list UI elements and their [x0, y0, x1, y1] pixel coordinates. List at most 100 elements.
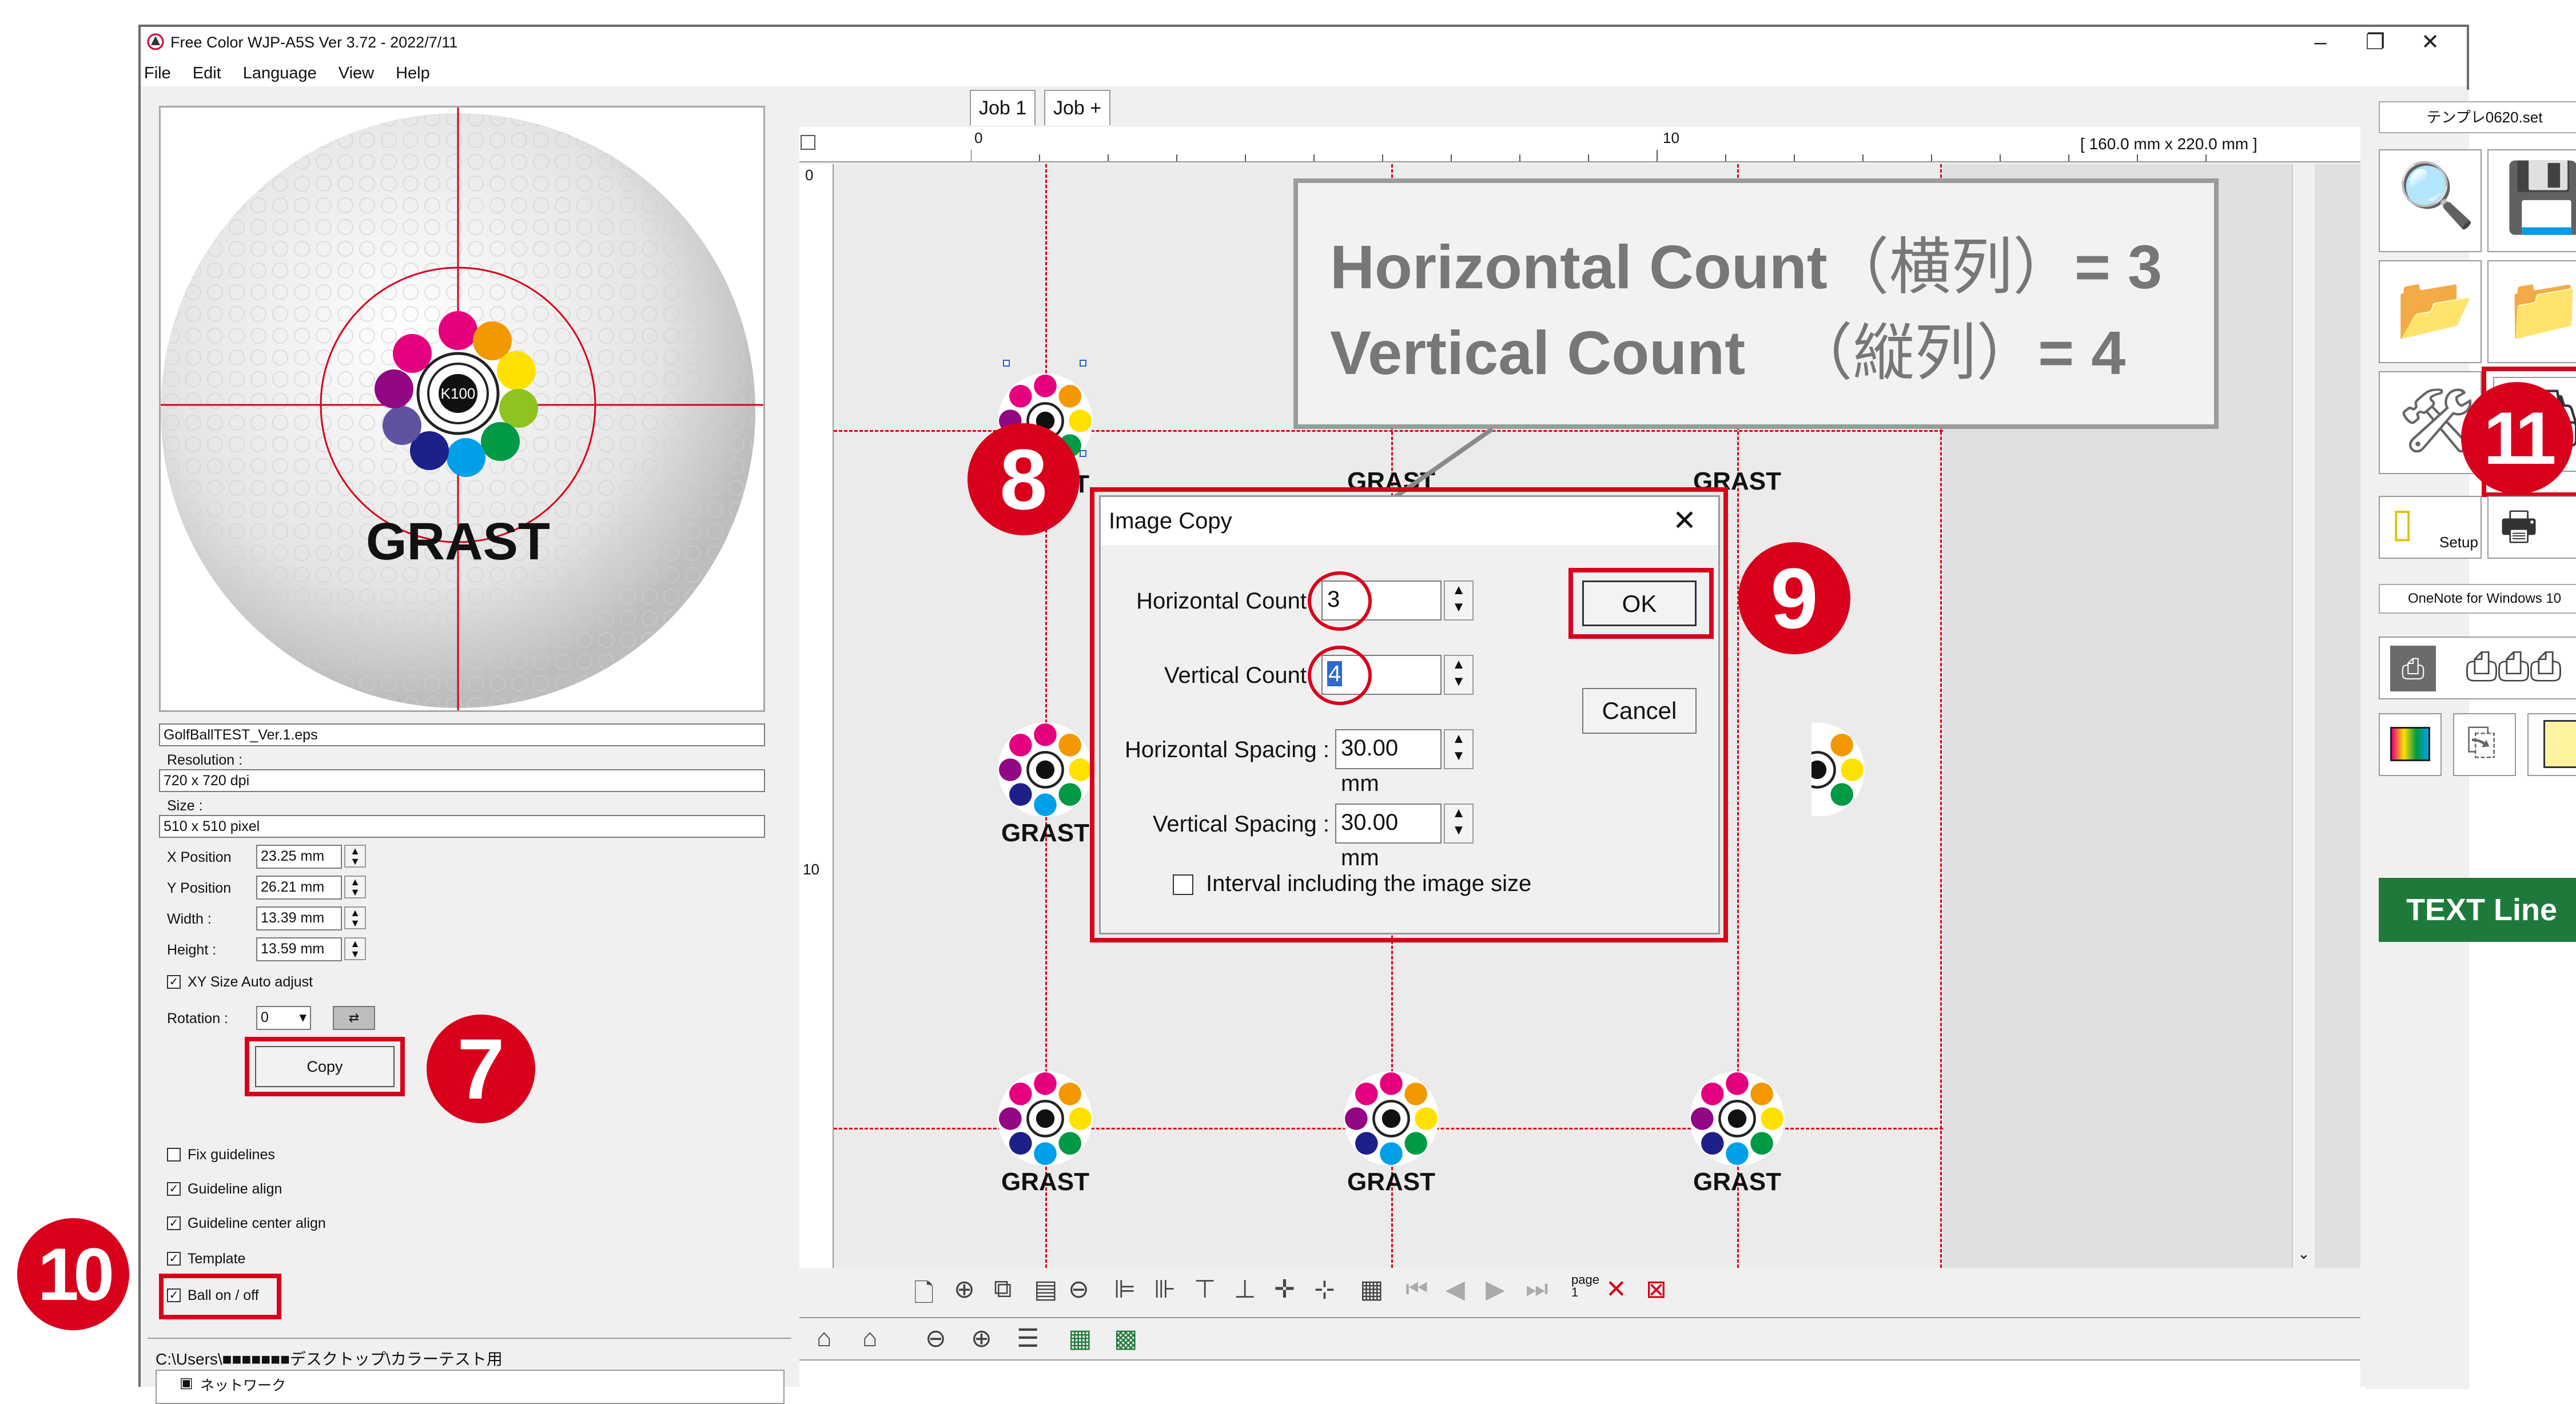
scroll-down-icon[interactable]: ⌄ — [2298, 1245, 2310, 1263]
vertical-count-spinner[interactable]: ▲ ▼ — [1444, 655, 1474, 695]
guideline-align-checkbox[interactable]: ✓ — [167, 1182, 181, 1196]
dialog-close-icon[interactable]: ✕ — [1673, 504, 1697, 537]
canvas-logo-r3-c1[interactable]: GRAST — [982, 1062, 1108, 1196]
menu-edit[interactable]: Edit — [193, 60, 221, 86]
next-page-icon[interactable]: ▶ — [1486, 1275, 1505, 1304]
preview-center-label: K100 — [441, 385, 476, 402]
home-icon[interactable]: ⌂ — [817, 1324, 832, 1353]
selection-handle[interactable] — [1003, 360, 1010, 367]
layout-icon[interactable]: ▤ — [1034, 1275, 1058, 1304]
home-edit-icon[interactable]: ⌂ — [862, 1324, 878, 1353]
new-page-icon[interactable]: 🗋 — [914, 1275, 934, 1318]
search-button[interactable]: 🔍 — [2379, 149, 2482, 252]
duplicate-icon[interactable]: ⧉ — [994, 1275, 1012, 1303]
canvas-logo-text: GRAST — [1693, 1168, 1781, 1196]
setup-button[interactable]: ▯ Setup — [2379, 496, 2482, 559]
vertical-spacing-spinner[interactable]: ▲ ▼ — [1444, 804, 1474, 844]
list-view-icon[interactable]: ☰ — [1017, 1324, 1039, 1353]
x-position-input[interactable]: 23.25 mm — [256, 845, 342, 869]
xy-auto-label: XY Size Auto adjust — [188, 974, 313, 990]
align-bottom-icon[interactable]: ⊥ — [1234, 1275, 1256, 1304]
close-window-button[interactable]: ✕ — [2403, 28, 2458, 57]
grid-view-icon[interactable]: ▦ — [1068, 1324, 1092, 1353]
color-wheel-icon — [1344, 1071, 1439, 1166]
clear-page-icon[interactable]: ⊠ — [1646, 1275, 1667, 1304]
rotation-select[interactable]: 0 ▾ — [256, 1006, 311, 1030]
import-button[interactable]: 📁 — [2487, 260, 2576, 363]
align-right-icon[interactable]: ⊪ — [1154, 1275, 1176, 1304]
canvas-logo-r3-c3[interactable]: GRAST — [1674, 1062, 1800, 1196]
vertical-scrollbar[interactable]: ⌄ — [2292, 164, 2315, 1268]
menu-file[interactable]: File — [144, 60, 171, 86]
align-top-icon[interactable]: ⊤ — [1194, 1275, 1216, 1304]
thumbnail-strip[interactable] — [799, 1359, 2360, 1390]
tab-job-add[interactable]: Job + — [1044, 90, 1111, 125]
x-position-label: X Position — [167, 849, 232, 865]
delete-icon[interactable]: ✕ — [1606, 1275, 1627, 1304]
align-left-icon[interactable]: ⊫ — [1114, 1275, 1136, 1304]
folder-tree[interactable]: ▣ ネットワーク — [156, 1370, 785, 1404]
menu-help[interactable]: Help — [396, 60, 430, 86]
horizontal-count-highlight — [1308, 571, 1372, 631]
xy-auto-checkbox[interactable]: ✓ — [167, 975, 181, 989]
guideline-center-align-checkbox[interactable]: ✓ — [167, 1216, 181, 1230]
ball-on-off-checkbox[interactable]: ✓ — [167, 1288, 181, 1302]
canvas-logo-r3-c2[interactable]: GRAST — [1328, 1062, 1454, 1196]
zoom-in-disabled-icon[interactable]: ⊕ — [954, 1275, 975, 1304]
canvas-logo-r2-c1[interactable]: GRAST — [982, 713, 1108, 847]
copy-button[interactable]: Copy — [255, 1046, 395, 1087]
cancel-button[interactable]: Cancel — [1582, 688, 1697, 734]
ok-button[interactable]: OK — [1582, 580, 1697, 626]
center-horizontal-icon[interactable]: ⊹ — [1314, 1275, 1335, 1304]
width-spinner[interactable]: ▲ ▼ — [344, 906, 366, 929]
horizontal-spacing-input[interactable]: 30.00 mm — [1335, 729, 1442, 796]
notes-button[interactable] — [2527, 713, 2576, 776]
minimize-button[interactable]: – — [2293, 28, 2348, 57]
height-spinner[interactable]: ▲ ▼ — [344, 937, 366, 960]
rotation-value: 0 — [261, 1009, 269, 1025]
dialog-title-bar: Image Copy ✕ — [1101, 497, 1718, 545]
vertical-spacing-input[interactable]: 30.00 mm — [1335, 804, 1442, 870]
height-input[interactable]: 13.59 mm — [256, 937, 342, 961]
interval-checkbox[interactable] — [1173, 874, 1193, 895]
copy-settings-button[interactable]: ⎘ — [2453, 713, 2516, 776]
zoom-out-icon[interactable]: ⊖ — [1068, 1275, 1089, 1304]
tab-job-1[interactable]: Job 1 — [970, 90, 1036, 125]
y-position-input[interactable]: 26.21 mm — [256, 876, 342, 900]
print-preview-button[interactable]: 🖶 — [2487, 496, 2576, 559]
center-vertical-icon[interactable]: ✛ — [1274, 1275, 1295, 1304]
template-checkbox[interactable]: ✓ — [167, 1252, 181, 1266]
rotate-swap-icon[interactable]: ⇄ — [333, 1006, 375, 1030]
horizontal-spacing-spinner[interactable]: ▲ ▼ — [1444, 729, 1474, 769]
zoom-out-small-icon[interactable]: ⊖ — [925, 1324, 946, 1353]
lower-toolbar: ⌂ ⌂ ⊖ ⊕ ☰ ▦ ▩ — [799, 1317, 2360, 1390]
selection-handle[interactable] — [1080, 360, 1086, 367]
text-line-button[interactable]: TEXT Line — [2379, 878, 2576, 942]
y-position-spinner[interactable]: ▲ ▼ — [344, 876, 366, 898]
horizontal-count-spinner[interactable]: ▲ ▼ — [1444, 580, 1474, 621]
open-folder-button[interactable]: 📂 — [2379, 260, 2482, 363]
menu-view[interactable]: View — [339, 60, 374, 86]
tile-view-icon[interactable]: ▩ — [1114, 1324, 1138, 1353]
print-queue-button[interactable]: ⎙ ⎙⎙⎙ — [2379, 637, 2576, 699]
x-position-spinner[interactable]: ▲ ▼ — [344, 845, 366, 868]
save-button[interactable]: 💾 — [2487, 149, 2576, 252]
menu-language[interactable]: Language — [243, 60, 317, 86]
canvas-logo-text: GRAST — [1001, 1168, 1089, 1196]
selection-handle[interactable] — [1080, 450, 1086, 457]
zoom-in-small-icon[interactable]: ⊕ — [971, 1324, 992, 1353]
horizontal-count-label: Horizontal Count — [1136, 588, 1307, 614]
ruler-zero: 0 — [974, 129, 983, 146]
tree-item-network[interactable]: ネットワーク — [200, 1374, 286, 1395]
color-wheel-icon — [1811, 722, 1865, 816]
first-page-icon[interactable]: ⏮ — [1406, 1275, 1428, 1303]
fix-guidelines-checkbox[interactable] — [167, 1148, 181, 1162]
width-input[interactable]: 13.39 mm — [256, 906, 342, 930]
canvas-logo-r2-c3-partial[interactable] — [1811, 713, 1880, 816]
last-page-icon[interactable]: ⏭ — [1526, 1275, 1548, 1303]
color-palette-button[interactable] — [2379, 713, 2442, 776]
arrange-icon[interactable]: ▦ — [1360, 1275, 1384, 1304]
interval-label: Interval including the image size — [1206, 871, 1532, 896]
restore-button[interactable]: ❐ — [2348, 28, 2403, 57]
prev-page-icon[interactable]: ◀ — [1446, 1275, 1465, 1304]
